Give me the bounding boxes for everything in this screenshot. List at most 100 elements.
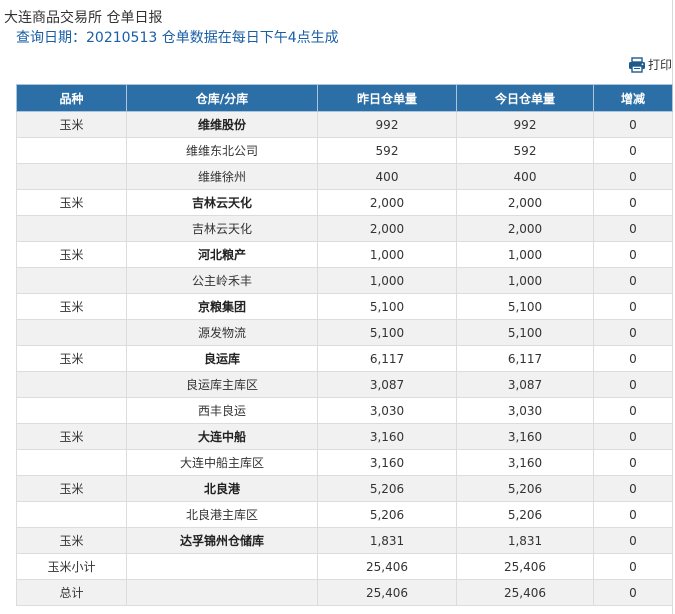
table-row: 玉米 河北粮产 1,000 1,000 0 <box>16 241 673 268</box>
cell-variety <box>16 267 127 294</box>
cell-warehouse <box>126 553 318 580</box>
cell-change: 0 <box>593 163 673 190</box>
page: 大连商品交易所 仓单日报 查询日期：20210513 仓单数据在每日下午4点生成… <box>0 0 675 614</box>
cell-change: 0 <box>593 267 673 294</box>
page-title: 大连商品交易所 仓单日报 <box>4 10 163 26</box>
cell-today: 5,100 <box>456 293 594 320</box>
cell-variety: 玉米 <box>16 345 127 372</box>
table-row: 北良港主库区 5,206 5,206 0 <box>16 501 673 528</box>
table-row: 玉米 达孚锦州仓储库 1,831 1,831 0 <box>16 527 673 554</box>
cell-warehouse <box>126 579 318 606</box>
table-row: 玉米小计 25,406 25,406 0 <box>16 553 673 580</box>
col-header-change: 增减 <box>593 84 673 112</box>
col-header-warehouse: 仓库/分库 <box>126 84 318 112</box>
cell-variety: 玉米 <box>16 527 127 554</box>
cell-warehouse: 吉林云天化 <box>126 189 318 216</box>
cell-yesterday: 400 <box>317 163 457 190</box>
cell-variety: 玉米 <box>16 475 127 502</box>
cell-today: 2,000 <box>456 215 594 242</box>
cell-yesterday: 1,000 <box>317 241 457 268</box>
cell-variety <box>16 137 127 164</box>
cell-warehouse: 大连中船主库区 <box>126 449 318 476</box>
table-row: 公主岭禾丰 1,000 1,000 0 <box>16 267 673 294</box>
table-row: 大连中船主库区 3,160 3,160 0 <box>16 449 673 476</box>
cell-today: 5,206 <box>456 501 594 528</box>
cell-change: 0 <box>593 189 673 216</box>
col-header-today: 今日仓单量 <box>456 84 594 112</box>
table-row: 良运库主库区 3,087 3,087 0 <box>16 371 673 398</box>
cell-change: 0 <box>593 449 673 476</box>
cell-warehouse: 北良港主库区 <box>126 501 318 528</box>
table-row: 玉米 吉林云天化 2,000 2,000 0 <box>16 189 673 216</box>
cell-warehouse: 维维徐州 <box>126 163 318 190</box>
cell-change: 0 <box>593 397 673 424</box>
table-row: 玉米 维维股份 992 992 0 <box>16 111 673 138</box>
cell-change: 0 <box>593 423 673 450</box>
cell-warehouse: 西丰良运 <box>126 397 318 424</box>
cell-variety <box>16 501 127 528</box>
cell-warehouse: 良运库主库区 <box>126 371 318 398</box>
table-row: 玉米 良运库 6,117 6,117 0 <box>16 345 673 372</box>
cell-warehouse: 维维东北公司 <box>126 137 318 164</box>
cell-variety: 玉米 <box>16 189 127 216</box>
col-header-yesterday: 昨日仓单量 <box>317 84 457 112</box>
cell-change: 0 <box>593 215 673 242</box>
cell-today: 400 <box>456 163 594 190</box>
cell-yesterday: 3,030 <box>317 397 457 424</box>
cell-today: 25,406 <box>456 579 594 606</box>
cell-yesterday: 5,100 <box>317 293 457 320</box>
cell-warehouse: 北良港 <box>126 475 318 502</box>
cell-today: 6,117 <box>456 345 594 372</box>
cell-yesterday: 1,831 <box>317 527 457 554</box>
cell-today: 5,206 <box>456 475 594 502</box>
table-row: 西丰良运 3,030 3,030 0 <box>16 397 673 424</box>
cell-warehouse: 吉林云天化 <box>126 215 318 242</box>
cell-warehouse: 达孚锦州仓储库 <box>126 527 318 554</box>
table-row: 维维徐州 400 400 0 <box>16 163 673 190</box>
cell-change: 0 <box>593 319 673 346</box>
cell-yesterday: 3,087 <box>317 371 457 398</box>
cell-variety <box>16 449 127 476</box>
cell-today: 3,087 <box>456 371 594 398</box>
table-row: 总计 25,406 25,406 0 <box>16 579 673 606</box>
cell-change: 0 <box>593 501 673 528</box>
cell-yesterday: 992 <box>317 111 457 138</box>
cell-change: 0 <box>593 293 673 320</box>
printer-icon <box>628 56 646 73</box>
cell-today: 1,000 <box>456 267 594 294</box>
cell-yesterday: 6,117 <box>317 345 457 372</box>
cell-change: 0 <box>593 553 673 580</box>
cell-yesterday: 3,160 <box>317 449 457 476</box>
cell-change: 0 <box>593 475 673 502</box>
cell-today: 3,160 <box>456 423 594 450</box>
cell-variety <box>16 319 127 346</box>
cell-today: 25,406 <box>456 553 594 580</box>
cell-warehouse: 源发物流 <box>126 319 318 346</box>
cell-variety: 玉米 <box>16 241 127 268</box>
print-button[interactable]: 打印 <box>628 56 672 73</box>
cell-variety: 玉米小计 <box>16 553 127 580</box>
cell-warehouse: 维维股份 <box>126 111 318 138</box>
cell-today: 5,100 <box>456 319 594 346</box>
table-row: 玉米 京粮集团 5,100 5,100 0 <box>16 293 673 320</box>
cell-change: 0 <box>593 111 673 138</box>
cell-yesterday: 592 <box>317 137 457 164</box>
cell-variety <box>16 215 127 242</box>
cell-variety <box>16 397 127 424</box>
cell-variety: 玉米 <box>16 111 127 138</box>
cell-change: 0 <box>593 241 673 268</box>
table-header-row: 品种 仓库/分库 昨日仓单量 今日仓单量 增减 <box>16 84 673 112</box>
warehouse-receipt-table: 品种 仓库/分库 昨日仓单量 今日仓单量 增减 玉米 维维股份 992 992 0 维维东… <box>16 84 673 606</box>
cell-today: 592 <box>456 137 594 164</box>
col-header-variety: 品种 <box>16 84 127 112</box>
table-row: 玉米 北良港 5,206 5,206 0 <box>16 475 673 502</box>
cell-today: 992 <box>456 111 594 138</box>
cell-warehouse: 河北粮产 <box>126 241 318 268</box>
cell-change: 0 <box>593 527 673 554</box>
cell-variety: 玉米 <box>16 423 127 450</box>
table-row: 维维东北公司 592 592 0 <box>16 137 673 164</box>
cell-yesterday: 1,000 <box>317 267 457 294</box>
cell-yesterday: 2,000 <box>317 215 457 242</box>
cell-warehouse: 京粮集团 <box>126 293 318 320</box>
cell-today: 2,000 <box>456 189 594 216</box>
